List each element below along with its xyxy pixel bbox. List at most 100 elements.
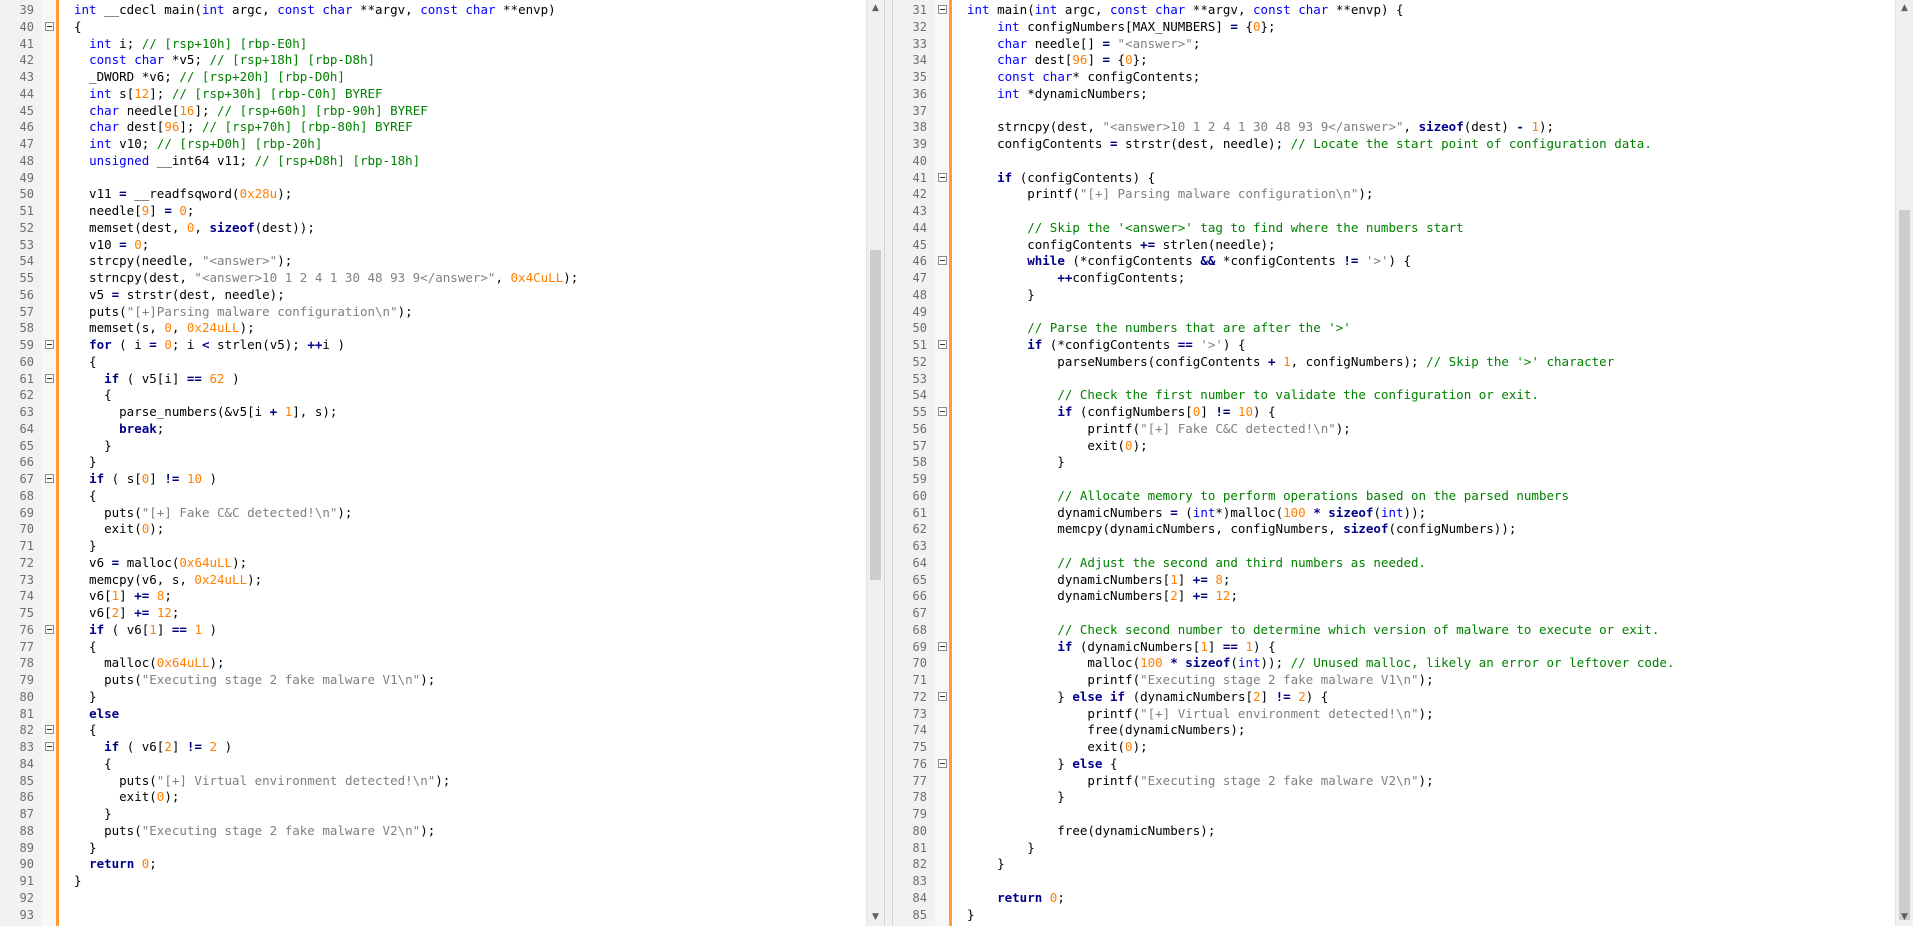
- code-line[interactable]: 74 free(dynamicNumbers);: [893, 722, 1895, 739]
- code-line[interactable]: 31 int main(int argc, const char **argv, …: [893, 2, 1895, 19]
- code-line[interactable]: 51 if (*configContents == '>') {: [893, 337, 1895, 354]
- code-line[interactable]: 50 v11 = __readfsqword(0x28u);: [0, 186, 866, 203]
- code-line[interactable]: 41 int i; // [rsp+10h] [rbp-E0h]: [0, 36, 866, 53]
- code-line[interactable]: 91}: [0, 873, 866, 890]
- code-line[interactable]: 50 // Parse the numbers that are after t…: [893, 320, 1895, 337]
- code-line[interactable]: 58 memset(s, 0, 0x24uLL);: [0, 320, 866, 337]
- code-line[interactable]: 83: [893, 873, 1895, 890]
- code-line[interactable]: 55 strncpy(dest, "<answer>10 1 2 4 1 30 …: [0, 270, 866, 287]
- code-line[interactable]: 81 }: [893, 840, 1895, 857]
- code-line[interactable]: 54 strcpy(needle, "<answer>");: [0, 253, 866, 270]
- code-line[interactable]: 83 if ( v6[2] != 2 ): [0, 739, 866, 756]
- code-line[interactable]: 46 while (*configContents && *configCont…: [893, 253, 1895, 270]
- scrollbar-thumb[interactable]: [870, 250, 881, 580]
- code-line[interactable]: 77 {: [0, 639, 866, 656]
- code-line[interactable]: 43 _DWORD *v6; // [rsp+20h] [rbp-D0h]: [0, 69, 866, 86]
- code-line[interactable]: 39 int __cdecl main(int argc, const char …: [0, 2, 866, 19]
- code-line[interactable]: 87 }: [0, 806, 866, 823]
- code-line[interactable]: 34 char dest[96] = {0};: [893, 52, 1895, 69]
- fold-minus-icon[interactable]: [938, 758, 947, 768]
- code-line[interactable]: 93: [0, 907, 866, 924]
- code-line[interactable]: 68 {: [0, 488, 866, 505]
- vertical-scrollbar[interactable]: ▲ ▼: [1895, 0, 1913, 926]
- scroll-down-arrow-icon[interactable]: ▼: [867, 909, 884, 926]
- code-line[interactable]: 63: [893, 538, 1895, 555]
- code-line[interactable]: 79 puts("Executing stage 2 fake malware …: [0, 672, 866, 689]
- fold-minus-icon[interactable]: [938, 256, 947, 266]
- code-line[interactable]: 60 // Allocate memory to perform operati…: [893, 488, 1895, 505]
- fold-minus-icon[interactable]: [45, 742, 54, 751]
- code-line[interactable]: 55 if (configNumbers[0] != 10) {: [893, 404, 1895, 421]
- code-line[interactable]: 53: [893, 371, 1895, 388]
- code-line[interactable]: 35 const char* configContents;: [893, 69, 1895, 86]
- code-line[interactable]: 32 int configNumbers[MAX_NUMBERS] = {0};: [893, 19, 1895, 36]
- code-line[interactable]: 52 parseNumbers(configContents + 1, conf…: [893, 354, 1895, 371]
- code-line[interactable]: 33 char needle[] = "<answer>";: [893, 36, 1895, 53]
- code-line[interactable]: 61 if ( v5[i] == 62 ): [0, 371, 866, 388]
- code-line[interactable]: 47 int v10; // [rsp+D0h] [rbp-20h]: [0, 136, 866, 153]
- code-line[interactable]: 85}: [893, 907, 1895, 924]
- code-line[interactable]: 37: [893, 103, 1895, 120]
- code-line[interactable]: 82 {: [0, 722, 866, 739]
- code-line[interactable]: 82 }: [893, 856, 1895, 873]
- code-line[interactable]: 56 v5 = strstr(dest, needle);: [0, 287, 866, 304]
- code-line[interactable]: 66 }: [0, 454, 866, 471]
- code-line[interactable]: 65 }: [0, 438, 866, 455]
- fold-minus-icon[interactable]: [938, 340, 947, 349]
- code-line[interactable]: 80 free(dynamicNumbers);: [893, 823, 1895, 840]
- code-line[interactable]: 62 {: [0, 387, 866, 404]
- code-line[interactable]: 88 puts("Executing stage 2 fake malware …: [0, 823, 866, 840]
- code-line[interactable]: 84 {: [0, 756, 866, 773]
- code-line[interactable]: 56 printf("[+] Fake C&C detected!\n");: [893, 421, 1895, 438]
- left-editor-pane[interactable]: 39 int __cdecl main(int argc, const char …: [0, 0, 885, 926]
- fold-minus-icon[interactable]: [938, 172, 947, 182]
- code-line[interactable]: 76 } else {: [893, 756, 1895, 773]
- code-line[interactable]: 42 const char *v5; // [rsp+18h] [rbp-D8h…: [0, 52, 866, 69]
- code-line[interactable]: 67: [893, 605, 1895, 622]
- code-line[interactable]: 72 v6 = malloc(0x64uLL);: [0, 555, 866, 572]
- code-line[interactable]: 70 malloc(100 * sizeof(int)); // Unused …: [893, 655, 1895, 672]
- right-editor-pane[interactable]: 31 int main(int argc, const char **argv, …: [893, 0, 1913, 926]
- code-line[interactable]: 60 {: [0, 354, 866, 371]
- code-line[interactable]: 80 }: [0, 689, 866, 706]
- code-line[interactable]: 78 }: [893, 789, 1895, 806]
- fold-minus-icon[interactable]: [45, 725, 54, 735]
- code-line[interactable]: 64 // Adjust the second and third number…: [893, 555, 1895, 572]
- code-line[interactable]: 48 }: [893, 287, 1895, 304]
- fold-minus-icon[interactable]: [45, 340, 54, 349]
- code-line[interactable]: 75 v6[2] += 12;: [0, 605, 866, 622]
- code-line[interactable]: 64 break;: [0, 421, 866, 438]
- code-line[interactable]: 44 int s[12]; // [rsp+30h] [rbp-C0h] BYR…: [0, 86, 866, 103]
- scroll-up-arrow-icon[interactable]: ▲: [1896, 0, 1913, 17]
- fold-minus-icon[interactable]: [45, 21, 54, 31]
- code-line[interactable]: 61 dynamicNumbers = (int*)malloc(100 * s…: [893, 505, 1895, 522]
- code-line[interactable]: 53 v10 = 0;: [0, 237, 866, 254]
- code-line[interactable]: 73 printf("[+] Virtual environment detec…: [893, 706, 1895, 723]
- code-line[interactable]: 75 exit(0);: [893, 739, 1895, 756]
- code-line[interactable]: 40 {: [0, 19, 866, 36]
- code-line[interactable]: 63 parse_numbers(&v5[i + 1], s);: [0, 404, 866, 421]
- code-line[interactable]: 70 exit(0);: [0, 521, 866, 538]
- code-line[interactable]: 44 // Skip the '<answer>' tag to find wh…: [893, 220, 1895, 237]
- code-line[interactable]: 79: [893, 806, 1895, 823]
- code-line[interactable]: 71 printf("Executing stage 2 fake malwar…: [893, 672, 1895, 689]
- code-line[interactable]: 85 puts("[+] Virtual environment detecte…: [0, 773, 866, 790]
- code-line[interactable]: 65 dynamicNumbers[1] += 8;: [893, 572, 1895, 589]
- vertical-scrollbar[interactable]: ▲ ▼: [866, 0, 884, 926]
- fold-minus-icon[interactable]: [938, 407, 947, 416]
- fold-minus-icon[interactable]: [938, 641, 947, 651]
- code-line[interactable]: 69 puts("[+] Fake C&C detected!\n");: [0, 505, 866, 522]
- code-line[interactable]: 69 if (dynamicNumbers[1] == 1) {: [893, 639, 1895, 656]
- fold-minus-icon[interactable]: [45, 474, 54, 483]
- code-line[interactable]: 81 else: [0, 706, 866, 723]
- code-line[interactable]: 51 needle[9] = 0;: [0, 203, 866, 220]
- code-line[interactable]: 54 // Check the first number to validate…: [893, 387, 1895, 404]
- code-line[interactable]: 40: [893, 153, 1895, 170]
- code-line[interactable]: 77 printf("Executing stage 2 fake malwar…: [893, 773, 1895, 790]
- code-line[interactable]: 46 char dest[96]; // [rsp+70h] [rbp-80h]…: [0, 119, 866, 136]
- code-line[interactable]: 43: [893, 203, 1895, 220]
- scroll-up-arrow-icon[interactable]: ▲: [867, 0, 884, 17]
- code-line[interactable]: 52 memset(dest, 0, sizeof(dest));: [0, 220, 866, 237]
- code-line[interactable]: 71 }: [0, 538, 866, 555]
- code-line[interactable]: 90 return 0;: [0, 856, 866, 873]
